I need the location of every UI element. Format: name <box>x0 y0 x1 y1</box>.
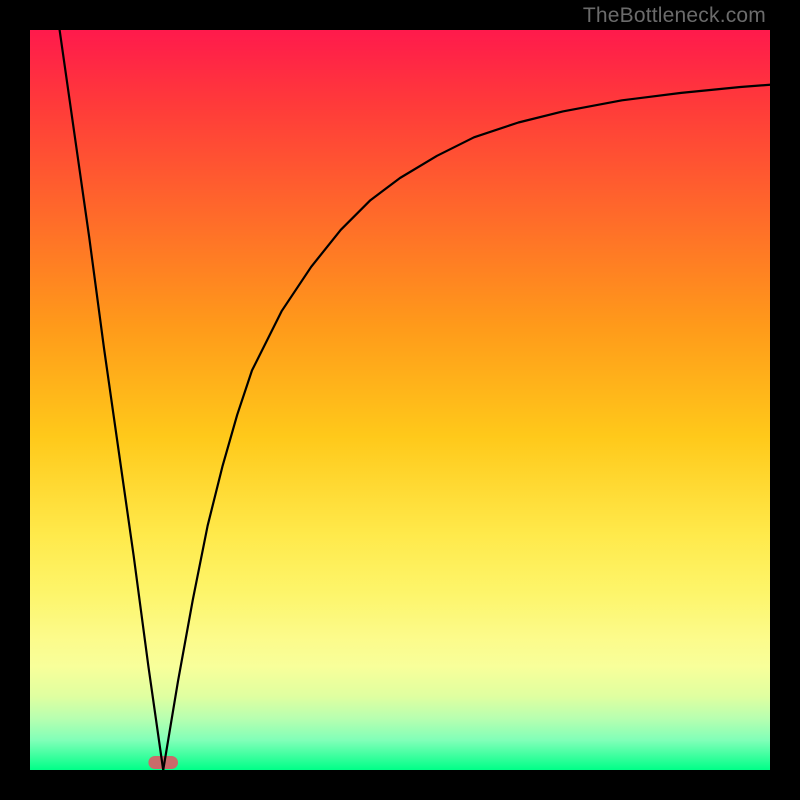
bottleneck-curve <box>60 30 770 770</box>
watermark-text: TheBottleneck.com <box>583 4 766 28</box>
chart-frame: TheBottleneck.com <box>0 0 800 800</box>
plot-svg <box>30 30 770 770</box>
plot-area <box>30 30 770 770</box>
